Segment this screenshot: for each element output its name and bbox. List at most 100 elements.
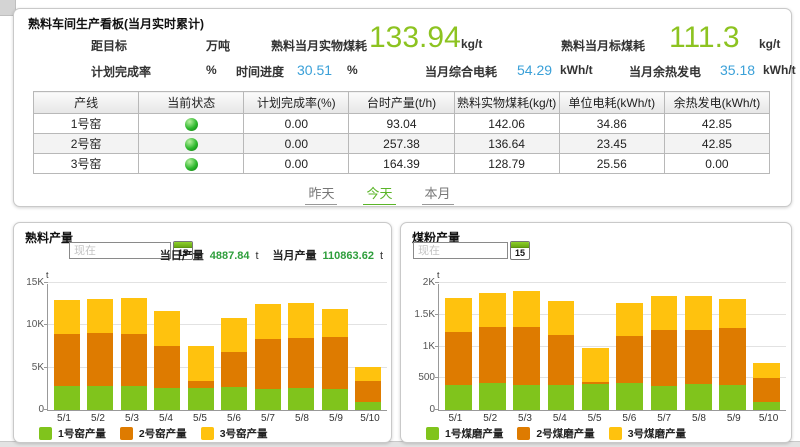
x-axis-label: 5/1 xyxy=(47,413,81,424)
hourly: 257.38 xyxy=(349,134,454,154)
bar-segment-3 xyxy=(513,291,540,327)
power-value: 54.29 xyxy=(517,62,552,78)
bar-segment-2 xyxy=(322,337,348,389)
time-progress-unit: % xyxy=(347,63,358,77)
table-header-row: 产线 当前状态 计划完成率(%) 台时产量(t/h) 熟料实物煤耗(kg/t) … xyxy=(34,92,770,114)
bar-column xyxy=(544,284,578,410)
coal-std-unit: kg/t xyxy=(759,37,780,51)
x-axis-label: 5/8 xyxy=(285,413,319,424)
coal-powder-output-panel: 煤粉产量 15 t05001K1.5K2K 5/15/25/35/45/55/6… xyxy=(400,222,792,443)
bar-segment-2 xyxy=(355,381,381,402)
chart-legend: 1号煤磨产量2号煤磨产量3号煤磨产量 xyxy=(426,426,686,441)
y-axis-unit: t xyxy=(46,270,49,280)
bar-segment-3 xyxy=(445,298,472,332)
x-axis-label: 5/5 xyxy=(183,413,217,424)
x-axis-label: 5/10 xyxy=(751,413,786,424)
monthly-output-label: 当月产量 xyxy=(273,247,317,263)
bar-segment-1 xyxy=(445,385,472,410)
col-header-hourly: 台时产量(t/h) xyxy=(349,92,454,114)
bar-segment-3 xyxy=(221,318,247,352)
col-header-coal: 熟料实物煤耗(kg/t) xyxy=(454,92,559,114)
bar-column xyxy=(715,284,749,410)
monthly-output-value: 110863.62 xyxy=(323,250,374,262)
x-axis-label: 5/9 xyxy=(716,413,751,424)
status-green-dot xyxy=(185,138,198,151)
bar-segment-2 xyxy=(221,352,247,387)
goal-unit: 万吨 xyxy=(206,37,230,54)
bar-segment-1 xyxy=(685,384,712,410)
y-axis-tick xyxy=(44,282,48,283)
stacked-bar xyxy=(188,346,214,410)
stacked-bar xyxy=(255,304,281,410)
coal: 136.64 xyxy=(454,134,559,154)
bar-segment-1 xyxy=(87,386,113,410)
x-axis-label: 5/3 xyxy=(115,413,149,424)
bar-column xyxy=(84,284,118,410)
tab-today[interactable]: 今天 xyxy=(363,183,395,205)
status-green-dot xyxy=(185,158,198,171)
plan-rate: 0.00 xyxy=(244,134,349,154)
power-label: 当月综合电耗 xyxy=(425,63,497,80)
x-axis-label: 5/1 xyxy=(438,413,473,424)
bar-segment-3 xyxy=(288,303,314,338)
tab-month[interactable]: 本月 xyxy=(422,183,454,205)
bar-column xyxy=(318,284,352,410)
date-input[interactable] xyxy=(413,242,508,259)
bar-segment-2 xyxy=(513,327,540,385)
table-row: 2号窑 0.00 257.38 136.64 23.45 42.85 xyxy=(34,134,770,154)
daily-monthly-stats: 当日产量 4887.84 t 当月产量 110863.62 t xyxy=(152,247,383,263)
stacked-bar xyxy=(322,309,348,410)
legend-item: 2号煤磨产量 xyxy=(517,426,594,441)
x-axis-label: 5/10 xyxy=(353,413,387,424)
bar-segment-1 xyxy=(616,383,643,410)
bar-column xyxy=(750,284,784,410)
legend-item: 3号窑产量 xyxy=(201,426,268,441)
col-header-line: 产线 xyxy=(34,92,139,114)
bar-segment-1 xyxy=(121,386,147,410)
legend-swatch xyxy=(120,427,133,440)
legend-label: 3号煤磨产量 xyxy=(628,426,686,441)
legend-label: 2号窑产量 xyxy=(139,426,187,441)
col-header-waste-heat: 余热发电(kWh/t) xyxy=(664,92,769,114)
bar-segment-3 xyxy=(255,304,281,339)
bar-segment-3 xyxy=(188,346,214,381)
coal-actual-value: 133.94 xyxy=(369,21,461,55)
bar-segment-3 xyxy=(322,309,348,337)
bar-segment-1 xyxy=(255,389,281,410)
legend-item: 3号煤磨产量 xyxy=(609,426,686,441)
x-axis-label: 5/5 xyxy=(577,413,612,424)
tab-yesterday[interactable]: 昨天 xyxy=(305,183,337,205)
chart-legend: 1号窑产量 2号窑产量 3号窑产量 xyxy=(39,426,268,441)
bar-segment-2 xyxy=(616,336,643,383)
y-tick-label: 10K xyxy=(12,319,44,330)
x-axis-labels: 5/15/25/35/45/55/65/75/85/95/10 xyxy=(438,413,786,424)
power-unit: kWh/t xyxy=(560,63,593,77)
y-tick-label: 500 xyxy=(403,372,435,383)
calendar-button[interactable]: 15 xyxy=(510,241,530,260)
legend-item: 1号窑产量 xyxy=(39,426,106,441)
hourly: 93.04 xyxy=(349,114,454,134)
bar-segment-2 xyxy=(288,338,314,388)
bar-column xyxy=(218,284,252,410)
monthly-output-unit: t xyxy=(380,250,383,262)
line-status xyxy=(139,154,244,174)
bar-segment-3 xyxy=(54,300,80,334)
bar-segment-1 xyxy=(288,388,314,410)
bar-column xyxy=(681,284,715,410)
time-progress-value: 30.51 xyxy=(297,62,332,78)
bar-segment-1 xyxy=(188,388,214,410)
legend-label: 2号煤磨产量 xyxy=(536,426,594,441)
bar-segment-3 xyxy=(548,301,575,335)
x-axis-label: 5/8 xyxy=(682,413,717,424)
table-row: 1号窑 0.00 93.04 142.06 34.86 42.85 xyxy=(34,114,770,134)
bar-segment-3 xyxy=(154,311,180,346)
coal-actual-unit: kg/t xyxy=(461,37,482,51)
y-axis-tick xyxy=(435,282,439,283)
bar-segment-3 xyxy=(719,299,746,328)
waste-heat: 42.85 xyxy=(664,114,769,134)
clinker-output-panel: 熟料产量 15 当日产量 4887.84 t 当月产量 110863.62 t … xyxy=(13,222,392,443)
stacked-bar xyxy=(121,298,147,410)
bars-container xyxy=(439,284,786,410)
coal: 142.06 xyxy=(454,114,559,134)
y-tick-label: 1.5K xyxy=(403,309,435,320)
